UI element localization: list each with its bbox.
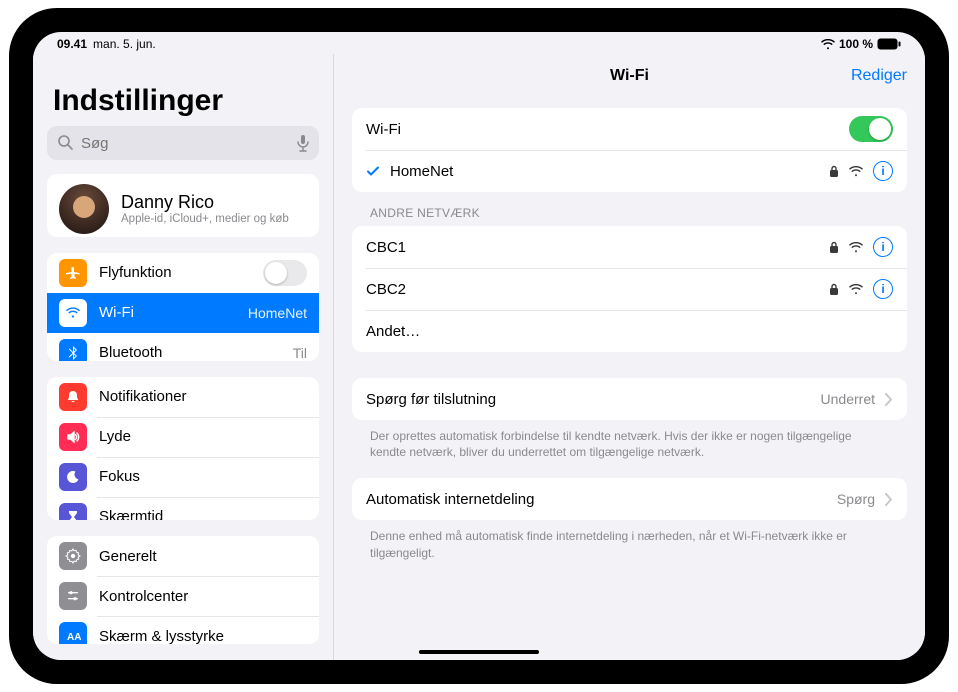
other-network-row[interactable]: Andet… bbox=[352, 310, 907, 352]
ask-footer: Der oprettes automatisk forbindelse til … bbox=[370, 428, 889, 460]
screentime-label: Skærmtid bbox=[99, 508, 307, 520]
sidebar-item-wifi[interactable]: Wi-Fi HomeNet bbox=[47, 293, 319, 333]
settings-title: Indstillinger bbox=[53, 84, 313, 118]
settings-sidebar: Indstillinger Danny Rico bbox=[33, 54, 333, 660]
search-input[interactable] bbox=[47, 126, 319, 160]
network-row[interactable]: CBC2 i bbox=[352, 268, 907, 310]
wifi-label: Wi-Fi bbox=[99, 304, 248, 321]
other-networks-header: ANDRE NETVÆRK bbox=[370, 206, 889, 220]
sliders-icon bbox=[59, 582, 87, 610]
sounds-label: Lyde bbox=[99, 428, 307, 445]
ask-to-join-row[interactable]: Spørg før tilslutning Underret bbox=[352, 378, 907, 420]
sidebar-item-focus[interactable]: Fokus bbox=[47, 457, 319, 497]
wifi-status-icon bbox=[821, 39, 835, 50]
speaker-icon bbox=[59, 423, 87, 451]
info-icon[interactable]: i bbox=[873, 237, 893, 257]
avatar bbox=[59, 184, 109, 234]
lock-icon bbox=[829, 165, 839, 178]
sidebar-item-screentime[interactable]: Skærmtid bbox=[47, 497, 319, 521]
wifi-toggle-label: Wi-Fi bbox=[366, 121, 849, 138]
dictation-icon[interactable] bbox=[297, 134, 309, 152]
display-label: Skærm & lysstyrke bbox=[99, 628, 307, 644]
detail-title: Wi-Fi bbox=[610, 67, 649, 85]
apple-id-row[interactable]: Danny Rico Apple-id, iCloud+, medier og … bbox=[47, 174, 319, 237]
svg-text:AA: AA bbox=[67, 632, 81, 643]
account-subtitle: Apple-id, iCloud+, medier og køb bbox=[121, 213, 289, 226]
sidebar-item-airplane[interactable]: Flyfunktion bbox=[47, 253, 319, 293]
detail-navbar: Wi-Fi Rediger bbox=[334, 54, 925, 98]
info-icon[interactable]: i bbox=[873, 279, 893, 299]
bell-icon bbox=[59, 383, 87, 411]
airplane-toggle[interactable] bbox=[263, 260, 307, 286]
battery-icon bbox=[877, 38, 901, 50]
gear-icon bbox=[59, 542, 87, 570]
status-bar: 09.41 man. 5. jun. 100 % bbox=[33, 32, 925, 54]
lock-icon bbox=[829, 241, 839, 254]
controlcenter-label: Kontrolcenter bbox=[99, 588, 307, 605]
wifi-icon bbox=[59, 299, 87, 327]
airplane-label: Flyfunktion bbox=[99, 264, 263, 281]
account-name: Danny Rico bbox=[121, 192, 289, 213]
sidebar-item-display[interactable]: AA Skærm & lysstyrke bbox=[47, 616, 319, 644]
focus-label: Fokus bbox=[99, 468, 307, 485]
bluetooth-value: Til bbox=[293, 345, 307, 361]
airplane-icon bbox=[59, 259, 87, 287]
info-icon[interactable]: i bbox=[873, 161, 893, 181]
chevron-right-icon bbox=[885, 393, 893, 406]
connected-network-name: HomeNet bbox=[390, 163, 829, 180]
bluetooth-label: Bluetooth bbox=[99, 344, 293, 360]
sidebar-item-notifications[interactable]: Notifikationer bbox=[47, 377, 319, 417]
wifi-value: HomeNet bbox=[248, 305, 307, 321]
status-date: man. 5. jun. bbox=[93, 37, 156, 51]
sidebar-item-bluetooth[interactable]: Bluetooth Til bbox=[47, 333, 319, 361]
hotspot-label: Automatisk internetdeling bbox=[366, 491, 837, 508]
detail-pane: Wi-Fi Rediger Wi-Fi bbox=[333, 54, 925, 660]
auto-hotspot-row[interactable]: Automatisk internetdeling Spørg bbox=[352, 478, 907, 520]
network-row[interactable]: CBC1 i bbox=[352, 226, 907, 268]
bluetooth-icon bbox=[59, 339, 87, 361]
signal-icon bbox=[849, 284, 863, 295]
sun-text-icon: AA bbox=[59, 622, 87, 644]
other-network-label: Andet… bbox=[366, 323, 893, 340]
signal-icon bbox=[849, 242, 863, 253]
moon-icon bbox=[59, 463, 87, 491]
search-field[interactable] bbox=[47, 126, 319, 160]
checkmark-icon bbox=[366, 164, 380, 178]
sidebar-item-controlcenter[interactable]: Kontrolcenter bbox=[47, 576, 319, 616]
sidebar-item-general[interactable]: Generelt bbox=[47, 536, 319, 576]
battery-text: 100 % bbox=[839, 37, 873, 51]
general-label: Generelt bbox=[99, 548, 307, 565]
search-icon bbox=[57, 134, 73, 150]
sidebar-item-sounds[interactable]: Lyde bbox=[47, 417, 319, 457]
ask-label: Spørg før tilslutning bbox=[366, 391, 821, 408]
network-name: CBC1 bbox=[366, 239, 829, 256]
lock-icon bbox=[829, 283, 839, 296]
wifi-toggle-row[interactable]: Wi-Fi bbox=[352, 108, 907, 150]
home-indicator[interactable] bbox=[419, 650, 539, 654]
connected-network-row[interactable]: HomeNet i bbox=[352, 150, 907, 192]
chevron-right-icon bbox=[885, 493, 893, 506]
hotspot-value: Spørg bbox=[837, 491, 875, 507]
wifi-toggle[interactable] bbox=[849, 116, 893, 142]
edit-button[interactable]: Rediger bbox=[851, 67, 907, 85]
hotspot-footer: Denne enhed må automatisk finde internet… bbox=[370, 528, 889, 560]
hourglass-icon bbox=[59, 503, 87, 521]
network-name: CBC2 bbox=[366, 281, 829, 298]
status-time: 09.41 bbox=[57, 37, 87, 51]
signal-icon bbox=[849, 166, 863, 177]
ask-value: Underret bbox=[821, 391, 875, 407]
notifications-label: Notifikationer bbox=[99, 388, 307, 405]
